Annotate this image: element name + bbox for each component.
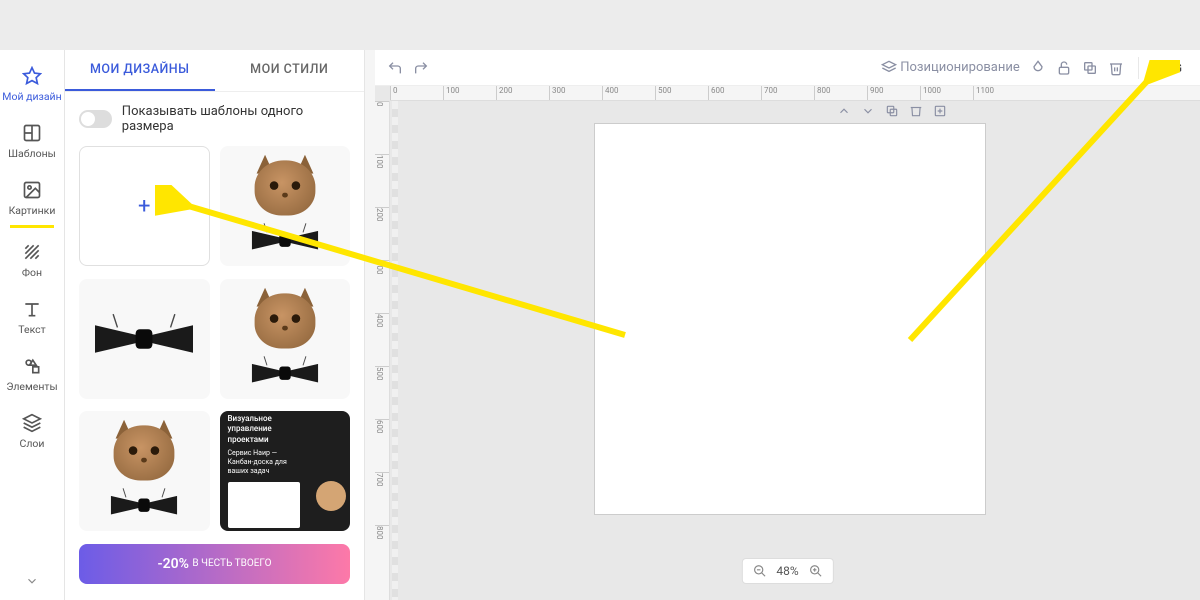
undo-button[interactable] xyxy=(387,60,403,76)
ruler-horizontal: 010020030040050060070080090010001100 xyxy=(390,86,1200,101)
banner-text: В ЧЕСТЬ ТВОЕГО xyxy=(192,558,271,569)
zoom-value: 48% xyxy=(776,564,798,578)
sidebar-item-elements[interactable]: Элементы xyxy=(0,346,64,403)
design-thumb[interactable] xyxy=(220,146,351,266)
ruler-edge xyxy=(392,101,398,600)
sidebar-item-templates[interactable]: Шаблоны xyxy=(0,113,64,170)
zoom-control: 48% xyxy=(741,558,833,584)
sidebar-item-label: Картинки xyxy=(9,204,56,217)
positioning-button[interactable]: Позиционирование xyxy=(881,60,1020,76)
sidebar-item-label: Мой дизайн xyxy=(2,90,61,103)
star-icon xyxy=(22,66,42,86)
copy-icon xyxy=(1082,60,1098,76)
shapes-icon xyxy=(22,356,42,376)
zoom-in-icon[interactable] xyxy=(809,564,823,578)
layers-icon xyxy=(881,60,897,76)
page-actions xyxy=(837,104,947,118)
tab-my-designs[interactable]: МОИ ДИЗАЙНЫ xyxy=(65,50,215,91)
design-thumb[interactable]: Визуальное управление проектами Сервис На… xyxy=(220,411,351,531)
thumb-subtext: Сервис Наир — Канбан-доска для ваших зад… xyxy=(228,449,301,476)
thumb-heading: Визуальное управление проектами xyxy=(228,414,301,445)
sidebar-item-label: Фон xyxy=(22,266,42,279)
tab-my-styles[interactable]: МОИ СТИЛИ xyxy=(215,50,365,91)
unlock-icon xyxy=(1056,60,1072,76)
artboard[interactable] xyxy=(595,124,985,514)
design-thumb-banner[interactable]: -20% В ЧЕСТЬ ТВОЕГО xyxy=(79,544,350,584)
thumbnail-grid: + Визуальное управление проектами Сервис … xyxy=(65,146,364,600)
panel-tabs: МОИ ДИЗАЙНЫ МОИ СТИЛИ xyxy=(65,50,364,92)
export-format-button[interactable]: SVG xyxy=(1153,57,1188,79)
layers-icon xyxy=(22,413,42,433)
same-size-toggle[interactable] xyxy=(79,110,112,128)
banner-percent: -20% xyxy=(157,556,188,572)
redo-button[interactable] xyxy=(413,60,429,76)
sidebar-item-text[interactable]: Текст xyxy=(0,289,64,346)
sidebar-item-label: Текст xyxy=(18,323,45,336)
design-thumb[interactable] xyxy=(79,279,210,399)
ruler-vertical: 0100200300400500600700800 xyxy=(375,101,390,600)
trash-icon[interactable] xyxy=(909,104,923,118)
add-page-icon[interactable] xyxy=(933,104,947,118)
sidebar-active-underline xyxy=(10,225,54,228)
side-panel: МОИ ДИЗАЙНЫ МОИ СТИЛИ Показывать шаблоны… xyxy=(65,50,365,600)
design-thumb[interactable] xyxy=(220,279,351,399)
undo-icon xyxy=(387,60,403,76)
toggle-label: Показывать шаблоны одного размера xyxy=(122,104,350,134)
text-icon xyxy=(22,299,42,319)
zoom-out-icon[interactable] xyxy=(752,564,766,578)
texture-icon xyxy=(22,242,42,262)
new-design-thumb[interactable]: + xyxy=(79,146,210,266)
sidebar-more[interactable] xyxy=(25,565,39,600)
redo-icon xyxy=(413,60,429,76)
positioning-label: Позиционирование xyxy=(900,60,1020,75)
design-thumb[interactable] xyxy=(79,411,210,531)
chevron-down-icon[interactable] xyxy=(861,104,875,118)
sidebar-item-images[interactable]: Картинки xyxy=(0,170,64,227)
sidebar-item-label: Шаблоны xyxy=(8,147,56,160)
plus-icon: + xyxy=(138,194,150,219)
sidebar: Мой дизайн Шаблоны Картинки Фон Текст Эл… xyxy=(0,50,65,600)
canvas-column: Позиционирование SVG 0100200300400500600… xyxy=(375,50,1200,600)
opacity-button[interactable] xyxy=(1030,60,1046,76)
delete-button[interactable] xyxy=(1108,60,1124,76)
trash-icon xyxy=(1108,60,1124,76)
same-size-toggle-row: Показывать шаблоны одного размера xyxy=(65,92,364,146)
copy-icon[interactable] xyxy=(885,104,899,118)
duplicate-button[interactable] xyxy=(1082,60,1098,76)
sidebar-item-label: Элементы xyxy=(6,380,57,393)
chevron-up-icon[interactable] xyxy=(837,104,851,118)
canvas-toolbar: Позиционирование SVG xyxy=(375,50,1200,86)
canvas-area: 010020030040050060070080090010001100 010… xyxy=(375,86,1200,600)
sidebar-item-my-design[interactable]: Мой дизайн xyxy=(0,56,64,113)
sidebar-item-label: Слои xyxy=(20,437,45,450)
layout-icon xyxy=(22,123,42,143)
sidebar-item-background[interactable]: Фон xyxy=(0,232,64,289)
sidebar-item-layers[interactable]: Слои xyxy=(0,403,64,460)
droplet-icon xyxy=(1030,60,1046,76)
image-icon xyxy=(22,180,42,200)
chevron-down-icon xyxy=(25,574,39,588)
lock-button[interactable] xyxy=(1056,60,1072,76)
